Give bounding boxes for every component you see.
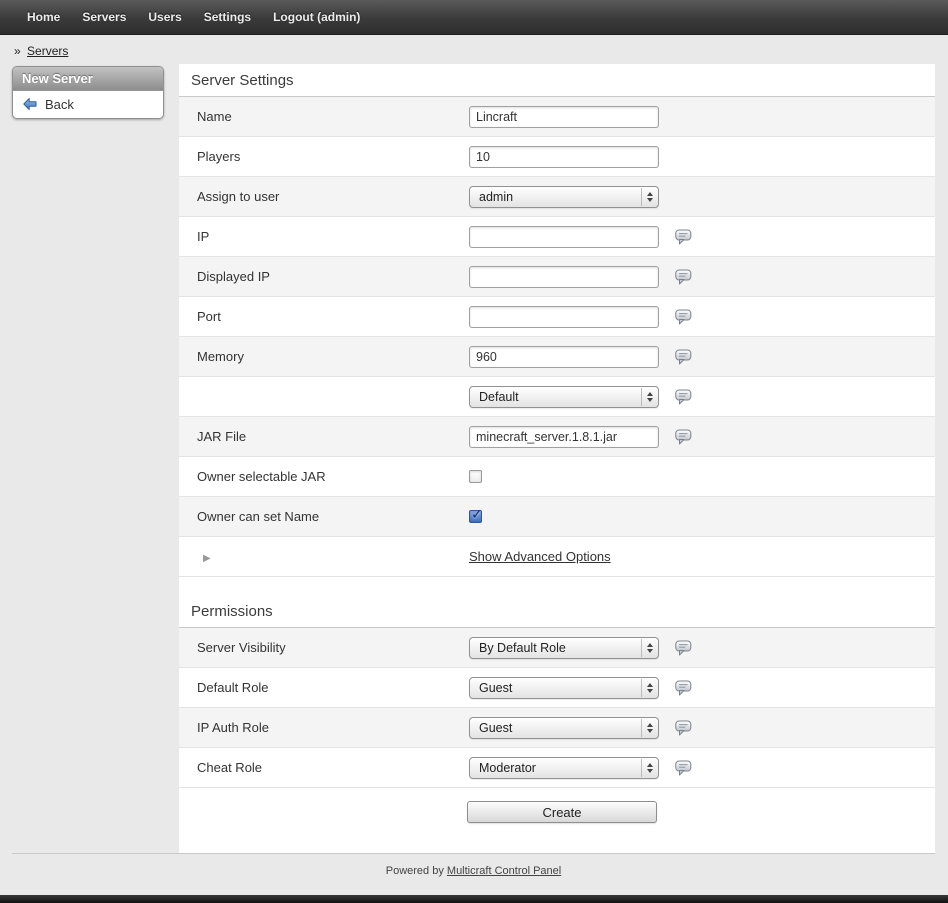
- form-row-memory-preset: Default: [179, 377, 935, 417]
- help-icon[interactable]: [675, 309, 692, 325]
- form-row-players: Players: [179, 137, 935, 177]
- select-value: Default: [479, 390, 519, 404]
- form-row-name: Name: [179, 97, 935, 137]
- port-input[interactable]: [469, 306, 659, 328]
- footer-text: Powered by: [386, 865, 444, 877]
- form-row-assign-to-user: Assign to user admin: [179, 177, 935, 217]
- form-row-default-role: Default Role Guest: [179, 668, 935, 708]
- help-icon[interactable]: [675, 429, 692, 445]
- owner-can-set-name-label: Owner can set Name: [197, 509, 469, 524]
- main-panel: Server Settings Name Players: [179, 64, 935, 853]
- help-icon[interactable]: [675, 349, 692, 365]
- breadcrumb: » Servers: [12, 35, 935, 64]
- cheat-role-select[interactable]: Moderator: [469, 757, 659, 779]
- memory-input[interactable]: [469, 346, 659, 368]
- top-navigation: Home Servers Users Settings Logout (admi…: [0, 0, 948, 35]
- back-arrow-icon: [22, 96, 38, 112]
- select-value: admin: [479, 190, 513, 204]
- memory-preset-select[interactable]: Default: [469, 386, 659, 408]
- server-settings-form: Name Players Assign to user: [179, 97, 935, 577]
- select-stepper-icon: [641, 679, 657, 697]
- select-stepper-icon: [641, 759, 657, 777]
- select-stepper-icon: [641, 388, 657, 406]
- players-label: Players: [197, 149, 469, 164]
- select-value: Guest: [479, 721, 512, 735]
- footer: Powered by Multicraft Control Panel: [12, 853, 935, 887]
- form-row-ip: IP: [179, 217, 935, 257]
- sidebar-title: New Server: [13, 67, 163, 91]
- permissions-form: Server Visibility By Default Role: [179, 628, 935, 788]
- form-row-owner-selectable-jar: Owner selectable JAR: [179, 457, 935, 497]
- select-stepper-icon: [641, 188, 657, 206]
- help-icon[interactable]: [675, 760, 692, 776]
- select-value: By Default Role: [479, 641, 566, 655]
- help-icon[interactable]: [675, 389, 692, 405]
- sidebar: New Server Back: [12, 66, 164, 119]
- select-value: Guest: [479, 681, 512, 695]
- help-icon[interactable]: [675, 680, 692, 696]
- show-advanced-options-link[interactable]: Show Advanced Options: [469, 549, 611, 564]
- port-label: Port: [197, 309, 469, 324]
- nav-item-home[interactable]: Home: [16, 10, 71, 24]
- create-row: Create: [179, 788, 935, 839]
- sidebar-back-button[interactable]: Back: [13, 91, 163, 118]
- ip-auth-role-select[interactable]: Guest: [469, 717, 659, 739]
- form-row-owner-can-set-name: Owner can set Name: [179, 497, 935, 537]
- form-row-ip-auth-role: IP Auth Role Guest: [179, 708, 935, 748]
- owner-selectable-jar-checkbox[interactable]: [469, 470, 482, 483]
- assign-to-user-select[interactable]: admin: [469, 186, 659, 208]
- owner-can-set-name-checkbox[interactable]: [469, 510, 482, 523]
- help-icon[interactable]: [675, 229, 692, 245]
- form-row-jar-file: JAR File: [179, 417, 935, 457]
- select-value: Moderator: [479, 761, 536, 775]
- back-label: Back: [45, 97, 74, 112]
- disclosure-triangle-icon: ▶: [203, 553, 211, 564]
- name-label: Name: [197, 109, 469, 124]
- help-icon[interactable]: [675, 269, 692, 285]
- create-button[interactable]: Create: [467, 801, 657, 823]
- nav-item-settings[interactable]: Settings: [193, 10, 262, 24]
- page: Home Servers Users Settings Logout (admi…: [0, 0, 948, 903]
- breadcrumb-symbol: »: [14, 44, 21, 58]
- select-stepper-icon: [641, 639, 657, 657]
- form-row-port: Port: [179, 297, 935, 337]
- displayed-ip-label: Displayed IP: [197, 269, 469, 284]
- ip-label: IP: [197, 229, 469, 244]
- form-row-advanced-options: ▶ Show Advanced Options: [179, 537, 935, 577]
- select-stepper-icon: [641, 719, 657, 737]
- jar-file-input[interactable]: [469, 426, 659, 448]
- bottom-bar: [0, 895, 948, 903]
- name-input[interactable]: [469, 106, 659, 128]
- cheat-role-label: Cheat Role: [197, 760, 469, 775]
- ip-auth-role-label: IP Auth Role: [197, 720, 469, 735]
- server-visibility-label: Server Visibility: [197, 640, 469, 655]
- default-role-select[interactable]: Guest: [469, 677, 659, 699]
- displayed-ip-input[interactable]: [469, 266, 659, 288]
- nav-item-logout[interactable]: Logout (admin): [262, 10, 371, 24]
- memory-label: Memory: [197, 349, 469, 364]
- assign-to-user-label: Assign to user: [197, 189, 469, 204]
- ip-input[interactable]: [469, 226, 659, 248]
- server-visibility-select[interactable]: By Default Role: [469, 637, 659, 659]
- help-icon[interactable]: [675, 640, 692, 656]
- players-input[interactable]: [469, 146, 659, 168]
- help-icon[interactable]: [675, 720, 692, 736]
- multicraft-control-panel-link[interactable]: Multicraft Control Panel: [447, 865, 561, 877]
- nav-item-servers[interactable]: Servers: [71, 10, 137, 24]
- breadcrumb-servers-link[interactable]: Servers: [27, 44, 68, 58]
- form-row-memory: Memory: [179, 337, 935, 377]
- nav-item-users[interactable]: Users: [137, 10, 192, 24]
- form-row-cheat-role: Cheat Role Moderator: [179, 748, 935, 788]
- default-role-label: Default Role: [197, 680, 469, 695]
- permissions-heading: Permissions: [179, 577, 935, 628]
- form-row-server-visibility: Server Visibility By Default Role: [179, 628, 935, 668]
- form-row-displayed-ip: Displayed IP: [179, 257, 935, 297]
- server-settings-heading: Server Settings: [179, 64, 935, 97]
- jar-file-label: JAR File: [197, 429, 469, 444]
- owner-selectable-jar-label: Owner selectable JAR: [197, 469, 469, 484]
